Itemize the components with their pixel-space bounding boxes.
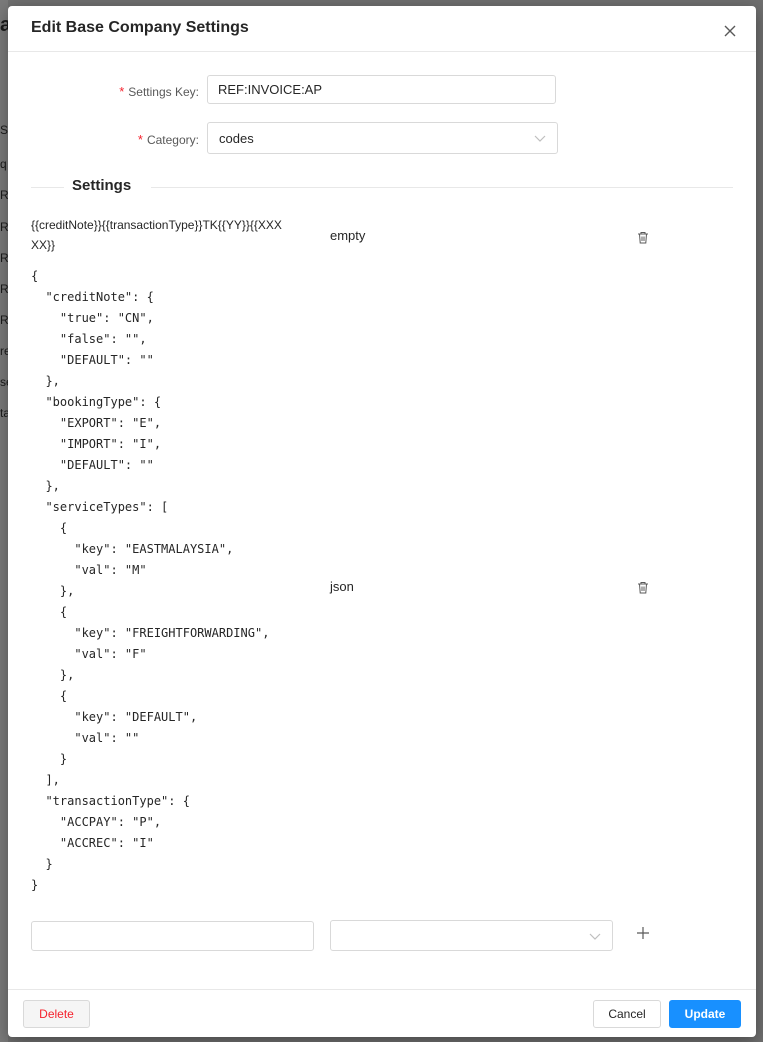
delete-button[interactable]: Delete (23, 1000, 90, 1028)
settings-section-title: Settings (72, 177, 132, 194)
required-mark: * (137, 132, 143, 147)
category-select[interactable]: codes (207, 122, 558, 154)
chevron-down-icon (534, 135, 546, 142)
setting-row-1-key: {{creditNote}}{{transactionType}}TK{{YY}… (31, 218, 282, 252)
settings-key-row: * Settings Key: (8, 75, 756, 107)
background-text: se (0, 375, 8, 389)
background-text: re (0, 344, 8, 358)
background-text: ta (0, 406, 8, 420)
settings-divider: Settings (31, 177, 733, 194)
new-setting-type-select[interactable] (330, 920, 613, 951)
add-setting-icon[interactable] (636, 926, 650, 940)
background-text: R (0, 313, 8, 327)
modal-footer: Delete Cancel Update (8, 989, 756, 1037)
modal-header: Edit Base Company Settings (8, 6, 756, 52)
edit-settings-modal: Edit Base Company Settings * Settings Key… (8, 6, 756, 1037)
setting-row-2-type: json (330, 579, 354, 594)
required-mark: * (119, 84, 125, 99)
background-text: R (0, 220, 8, 234)
new-setting-key-input[interactable] (31, 921, 314, 951)
chevron-down-icon (589, 933, 601, 940)
background-text: R (0, 251, 8, 265)
category-select-value: codes (219, 131, 254, 146)
trash-icon[interactable] (637, 581, 649, 594)
background-text: a (0, 14, 8, 36)
background-text: R (0, 282, 8, 296)
setting-row-2-key: { "creditNote": { "true": "CN", "false":… (31, 269, 270, 892)
modal-title: Edit Base Company Settings (31, 19, 249, 36)
update-button[interactable]: Update (669, 1000, 741, 1028)
settings-key-input[interactable] (207, 75, 556, 104)
trash-icon[interactable] (637, 231, 649, 244)
category-row: * Category: codes (8, 122, 756, 154)
category-label: * Category: (137, 132, 199, 147)
background-page-edge: a S q R R R R R re se ta (0, 0, 8, 1042)
background-text: q (0, 157, 7, 171)
background-text: S (0, 123, 8, 137)
cancel-button[interactable]: Cancel (593, 1000, 661, 1028)
close-button[interactable] (720, 21, 740, 41)
background-text: R (0, 188, 8, 202)
close-icon (724, 25, 736, 37)
setting-row-1-type: empty (330, 228, 366, 243)
settings-key-label: * Settings Key: (119, 84, 199, 99)
